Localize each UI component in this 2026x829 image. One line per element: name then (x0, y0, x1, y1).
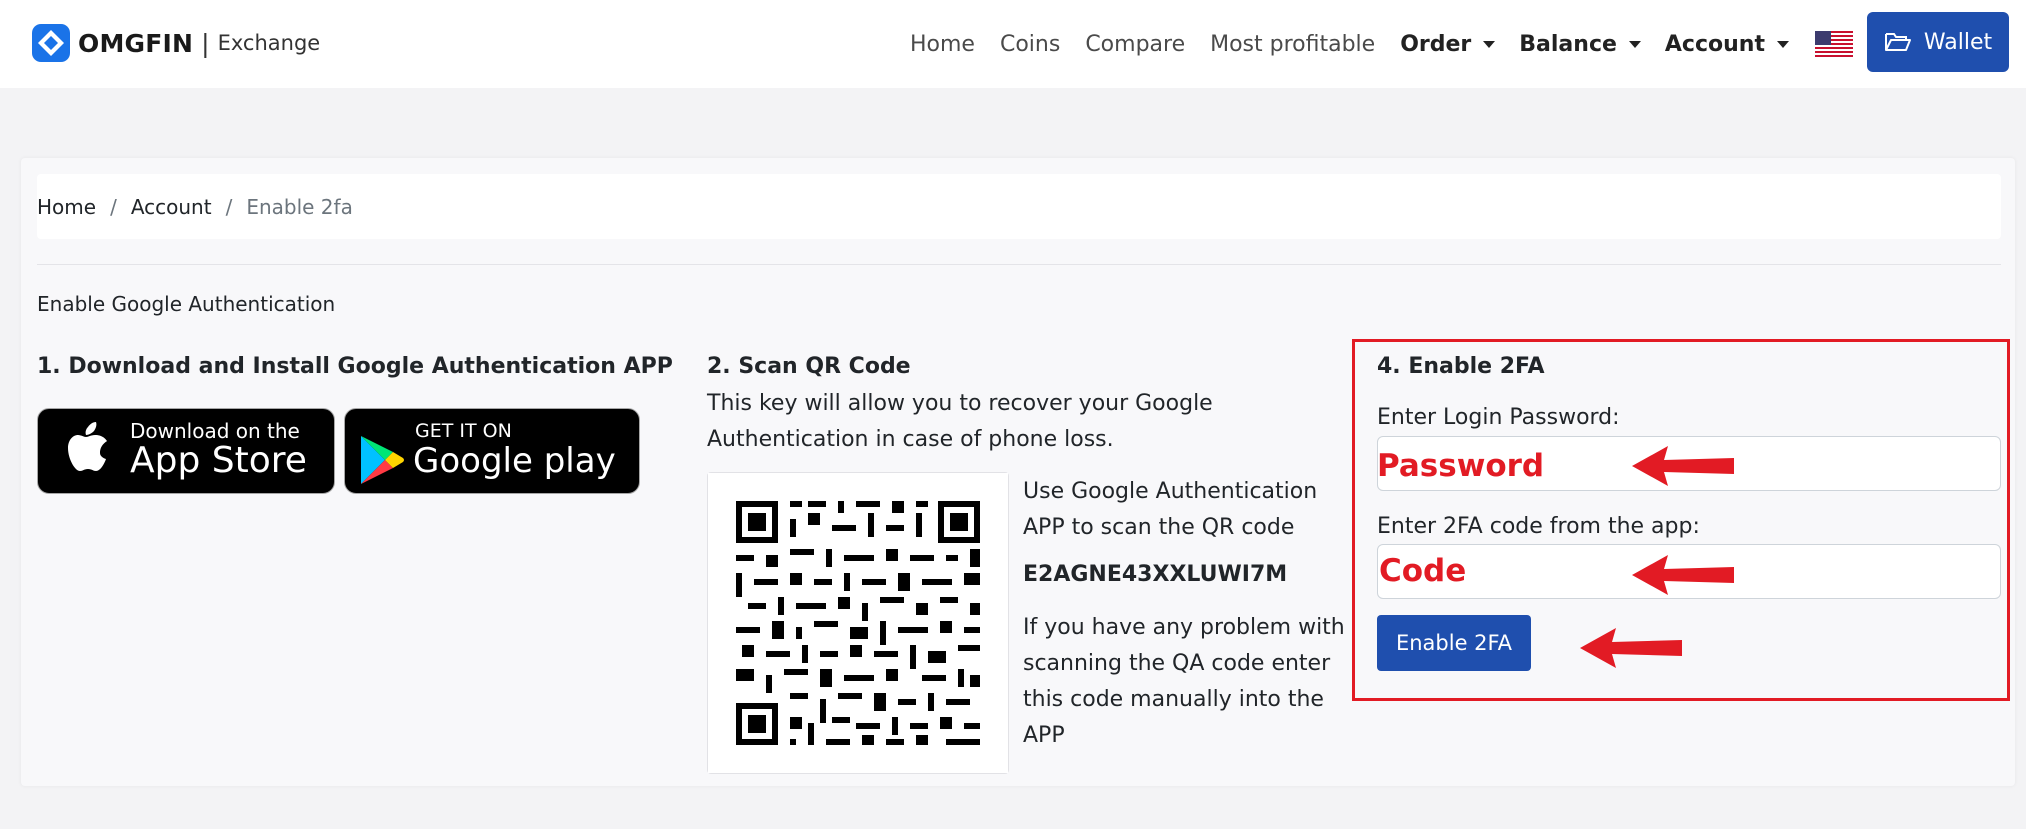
omgfin-logo-icon (32, 24, 70, 62)
app-store-small-text: Download on the (130, 419, 300, 443)
password-annotation: Password (1377, 448, 1545, 484)
divider (37, 264, 2001, 265)
top-navbar: OMGFIN | Exchange Home Coins Compare Mos… (0, 0, 2026, 88)
app-store-big-text: App Store (130, 440, 307, 481)
brand-name: OMGFIN (78, 28, 194, 58)
google-play-badge[interactable]: GET IT ON Google play (344, 408, 640, 494)
enable-2fa-label: Enable 2FA (1395, 631, 1513, 655)
code-label: Enter 2FA code from the app: (1377, 514, 1700, 539)
caret-down-icon (1483, 40, 1496, 48)
nav-balance-dropdown[interactable]: Balance (1519, 32, 1641, 57)
google-play-icon (361, 436, 404, 484)
breadcrumb-separator: / (110, 194, 117, 219)
nav-compare[interactable]: Compare (1085, 32, 1185, 57)
section-title: Enable Google Authentication (37, 292, 336, 316)
nav-account-dropdown[interactable]: Account (1665, 32, 1789, 57)
red-arrow-icon (1580, 628, 1682, 668)
code-annotation: Code (1379, 553, 1467, 589)
red-arrow-icon (1632, 446, 1734, 486)
breadcrumb-home[interactable]: Home (37, 195, 96, 219)
nav-order-label: Order (1400, 31, 1472, 57)
wallet-button[interactable]: Wallet (1867, 12, 2009, 72)
enable-2fa-button[interactable]: Enable 2FA (1377, 615, 1531, 671)
apple-icon (68, 422, 107, 471)
scan-description-line-2: Authentication in case of phone loss. (707, 427, 1114, 452)
caret-down-icon (1776, 40, 1789, 48)
us-flag-icon (1814, 31, 1853, 57)
google-play-big-text: Google play (413, 441, 616, 481)
folder-open-icon (1884, 33, 1911, 51)
qr-instruction-line-1: Use Google Authentication (1023, 479, 1318, 504)
nav-coins[interactable]: Coins (1000, 32, 1060, 57)
scan-heading: 2. Scan QR Code (707, 354, 911, 379)
breadcrumb: Home / Account / Enable 2fa (37, 174, 2001, 239)
google-play-small-text: GET IT ON (415, 420, 512, 442)
enable-heading: 4. Enable 2FA (1377, 354, 1545, 379)
password-label: Enter Login Password: (1377, 405, 1620, 430)
qr-code-container (707, 472, 1009, 774)
red-arrow-icon (1632, 555, 1734, 595)
breadcrumb-current: Enable 2fa (246, 194, 353, 219)
scan-description-line-1: This key will allow you to recover your … (707, 391, 1213, 416)
qr-code-icon (708, 473, 1008, 773)
qr-help-line-4: APP (1023, 723, 1065, 748)
brand-subtitle: Exchange (217, 31, 321, 55)
breadcrumb-separator: / (225, 194, 233, 219)
brand[interactable]: OMGFIN | Exchange (30, 20, 320, 66)
app-store-badge[interactable]: Download on the App Store (37, 408, 335, 494)
qr-instruction-line-2: APP to scan the QR code (1023, 515, 1295, 540)
caret-down-icon (1628, 40, 1641, 48)
nav-balance-label: Balance (1519, 31, 1617, 57)
qr-help-line-1: If you have any problem with (1023, 615, 1345, 640)
nav-most-profitable[interactable]: Most profitable (1210, 32, 1375, 57)
download-heading: 1. Download and Install Google Authentic… (37, 354, 673, 379)
nav-account-label: Account (1664, 31, 1765, 57)
wallet-label: Wallet (1923, 29, 1993, 55)
nav-order-dropdown[interactable]: Order (1400, 31, 1496, 57)
qr-help-line-2: scanning the QA code enter (1023, 651, 1331, 676)
brand-separator: | (201, 28, 210, 58)
nav-links: Home Coins Compare Most profitable Order… (910, 22, 1915, 66)
secret-key: E2AGNE43XXLUWI7M (1023, 562, 1288, 587)
nav-home[interactable]: Home (910, 32, 975, 57)
breadcrumb-account[interactable]: Account (131, 195, 212, 219)
qr-help-line-3: this code manually into the (1023, 687, 1324, 712)
